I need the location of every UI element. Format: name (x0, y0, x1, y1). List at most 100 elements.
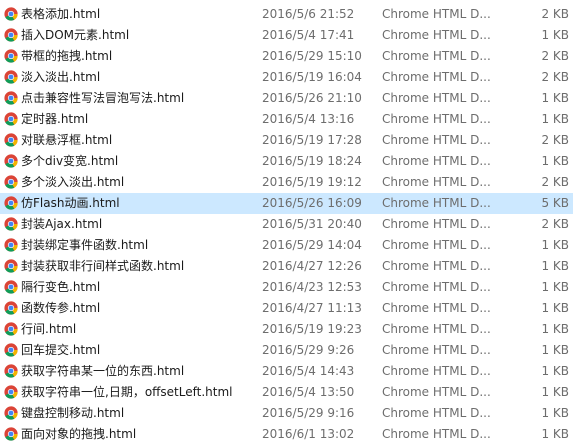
file-type: Chrome HTML D... (382, 196, 491, 210)
chrome-html-file-icon (4, 301, 18, 315)
file-modified-date: 2016/5/4 13:50 (262, 385, 355, 399)
chrome-html-file-icon (4, 238, 18, 252)
file-modified-date: 2016/5/29 15:10 (262, 49, 362, 63)
file-type: Chrome HTML D... (382, 280, 491, 294)
file-name: 隔行变色.html (21, 280, 101, 294)
file-modified-date: 2016/5/19 16:04 (262, 70, 362, 84)
file-row[interactable]: 淡入淡出.html 2016/5/19 16:04 Chrome HTML D.… (0, 67, 573, 88)
chrome-html-file-icon (4, 175, 18, 189)
file-name: 键盘控制移动.html (21, 406, 125, 420)
file-modified-date: 2016/5/26 16:09 (262, 196, 362, 210)
file-type: Chrome HTML D... (382, 322, 491, 336)
chrome-html-file-icon (4, 385, 18, 399)
file-modified-date: 2016/5/4 13:16 (262, 112, 355, 126)
file-row[interactable]: 封装绑定事件函数.html 2016/5/29 14:04 Chrome HTM… (0, 235, 573, 256)
file-type: Chrome HTML D... (382, 259, 491, 273)
file-row[interactable]: 表格添加.html 2016/5/6 21:52 Chrome HTML D..… (0, 4, 573, 25)
chrome-html-file-icon (4, 343, 18, 357)
file-size: 1 KB (541, 154, 569, 168)
file-row[interactable]: 对联悬浮框.html 2016/5/19 17:28 Chrome HTML D… (0, 130, 573, 151)
file-type: Chrome HTML D... (382, 112, 491, 126)
file-modified-date: 2016/5/19 19:12 (262, 175, 362, 189)
file-name: 获取字符串某一位的东西.html (21, 364, 185, 378)
file-size: 5 KB (541, 196, 569, 210)
chrome-html-file-icon (4, 322, 18, 336)
file-size: 1 KB (541, 238, 569, 252)
file-type: Chrome HTML D... (382, 238, 491, 252)
file-row[interactable]: 定时器.html 2016/5/4 13:16 Chrome HTML D...… (0, 109, 573, 130)
file-row[interactable]: 隔行变色.html 2016/4/23 12:53 Chrome HTML D.… (0, 277, 573, 298)
file-type: Chrome HTML D... (382, 343, 491, 357)
chrome-html-file-icon (4, 7, 18, 21)
chrome-html-file-icon (4, 196, 18, 210)
file-name: 定时器.html (21, 112, 89, 126)
file-size: 1 KB (541, 427, 569, 441)
file-row[interactable]: 行间.html 2016/5/19 19:23 Chrome HTML D...… (0, 319, 573, 340)
file-row[interactable]: 键盘控制移动.html 2016/5/29 9:16 Chrome HTML D… (0, 403, 573, 424)
chrome-html-file-icon (4, 112, 18, 126)
file-name: 仿Flash动画.html (21, 196, 120, 210)
file-row[interactable]: 封装获取非行间样式函数.html 2016/4/27 12:26 Chrome … (0, 256, 573, 277)
file-type: Chrome HTML D... (382, 217, 491, 231)
file-name: 点击兼容性写法冒泡写法.html (21, 91, 185, 105)
file-row-selected[interactable]: 仿Flash动画.html 2016/5/26 16:09 Chrome HTM… (0, 193, 573, 214)
file-name: 多个div变宽.html (21, 154, 119, 168)
file-modified-date: 2016/5/19 19:23 (262, 322, 362, 336)
file-type: Chrome HTML D... (382, 427, 491, 441)
file-size: 2 KB (541, 217, 569, 231)
file-row[interactable]: 面向对象的拖拽.html 2016/6/1 13:02 Chrome HTML … (0, 424, 573, 445)
file-type: Chrome HTML D... (382, 28, 491, 42)
file-name: 多个淡入淡出.html (21, 175, 125, 189)
file-row[interactable]: 函数传参.html 2016/4/27 11:13 Chrome HTML D.… (0, 298, 573, 319)
file-size: 2 KB (541, 133, 569, 147)
file-type: Chrome HTML D... (382, 175, 491, 189)
file-row[interactable]: 插入DOM元素.html 2016/5/4 17:41 Chrome HTML … (0, 25, 573, 46)
file-name: 带框的拖拽.html (21, 49, 113, 63)
file-type: Chrome HTML D... (382, 406, 491, 420)
chrome-html-file-icon (4, 91, 18, 105)
file-modified-date: 2016/5/4 14:43 (262, 364, 355, 378)
file-modified-date: 2016/5/29 9:26 (262, 343, 355, 357)
file-type: Chrome HTML D... (382, 133, 491, 147)
chrome-html-file-icon (4, 28, 18, 42)
file-type: Chrome HTML D... (382, 364, 491, 378)
chrome-html-file-icon (4, 259, 18, 273)
chrome-html-file-icon (4, 70, 18, 84)
file-name: 封装Ajax.html (21, 217, 103, 231)
file-modified-date: 2016/4/27 12:26 (262, 259, 362, 273)
file-row[interactable]: 带框的拖拽.html 2016/5/29 15:10 Chrome HTML D… (0, 46, 573, 67)
file-row[interactable]: 点击兼容性写法冒泡写法.html 2016/5/26 21:10 Chrome … (0, 88, 573, 109)
file-name: 表格添加.html (21, 7, 101, 21)
file-modified-date: 2016/5/31 20:40 (262, 217, 362, 231)
file-row[interactable]: 封装Ajax.html 2016/5/31 20:40 Chrome HTML … (0, 214, 573, 235)
chrome-html-file-icon (4, 49, 18, 63)
file-modified-date: 2016/4/27 11:13 (262, 301, 362, 315)
file-type: Chrome HTML D... (382, 154, 491, 168)
file-type: Chrome HTML D... (382, 49, 491, 63)
file-row[interactable]: 回车提交.html 2016/5/29 9:26 Chrome HTML D..… (0, 340, 573, 361)
file-name: 淡入淡出.html (21, 70, 101, 84)
file-name: 回车提交.html (21, 343, 101, 357)
chrome-html-file-icon (4, 406, 18, 420)
file-modified-date: 2016/6/1 13:02 (262, 427, 355, 441)
file-type: Chrome HTML D... (382, 385, 491, 399)
file-row[interactable]: 获取字符串某一位的东西.html 2016/5/4 14:43 Chrome H… (0, 361, 573, 382)
file-name: 对联悬浮框.html (21, 133, 113, 147)
file-size: 1 KB (541, 259, 569, 273)
file-size: 1 KB (541, 322, 569, 336)
file-row[interactable]: 多个淡入淡出.html 2016/5/19 19:12 Chrome HTML … (0, 172, 573, 193)
file-modified-date: 2016/5/19 18:24 (262, 154, 362, 168)
file-modified-date: 2016/5/19 17:28 (262, 133, 362, 147)
file-row[interactable]: 多个div变宽.html 2016/5/19 18:24 Chrome HTML… (0, 151, 573, 172)
file-size: 1 KB (541, 301, 569, 315)
file-size: 1 KB (541, 28, 569, 42)
chrome-html-file-icon (4, 364, 18, 378)
chrome-html-file-icon (4, 154, 18, 168)
file-modified-date: 2016/5/29 14:04 (262, 238, 362, 252)
chrome-html-file-icon (4, 217, 18, 231)
file-name: 函数传参.html (21, 301, 101, 315)
file-name: 获取字符串一位,日期，offsetLeft.html (21, 385, 233, 399)
file-modified-date: 2016/5/6 21:52 (262, 7, 355, 21)
file-name: 插入DOM元素.html (21, 28, 130, 42)
file-row[interactable]: 获取字符串一位,日期，offsetLeft.html 2016/5/4 13:5… (0, 382, 573, 403)
